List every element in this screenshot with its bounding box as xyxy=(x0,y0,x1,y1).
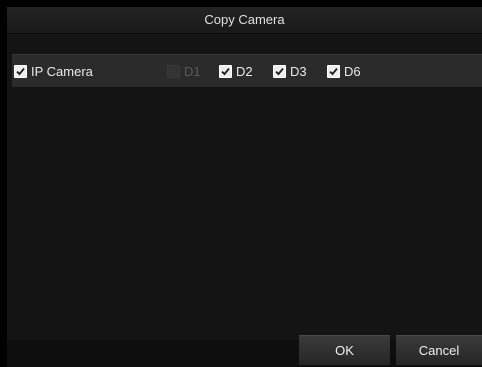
dialog-title-bar: Copy Camera xyxy=(7,7,482,34)
channel-d1-label: D1 xyxy=(184,63,201,79)
ip-camera-label: IP Camera xyxy=(31,63,93,79)
checkbox-checked-icon xyxy=(219,64,232,78)
checkbox-checked-icon xyxy=(273,64,286,78)
dialog-title: Copy Camera xyxy=(204,12,285,27)
channel-d1-checkbox[interactable]: D1 xyxy=(167,55,201,87)
checkbox-checked-icon xyxy=(327,64,340,78)
ip-camera-group-checkbox[interactable]: IP Camera xyxy=(14,55,93,87)
ok-button[interactable]: OK xyxy=(299,335,390,365)
checkbox-disabled-icon xyxy=(167,64,180,78)
dialog-content: IP Camera D1 D2 D3 D6 xyxy=(7,34,482,340)
checkbox-checked-icon xyxy=(14,64,27,78)
channel-d6-label: D6 xyxy=(344,63,361,79)
camera-selection-row: IP Camera D1 D2 D3 D6 xyxy=(12,54,482,87)
channel-d2-checkbox[interactable]: D2 xyxy=(219,55,253,87)
channel-d3-label: D3 xyxy=(290,63,307,79)
channel-d2-label: D2 xyxy=(236,63,253,79)
channel-d6-checkbox[interactable]: D6 xyxy=(327,55,361,87)
cancel-button[interactable]: Cancel xyxy=(396,335,482,365)
channel-d3-checkbox[interactable]: D3 xyxy=(273,55,307,87)
copy-camera-dialog: Copy Camera IP Camera D1 D2 D3 D6 xyxy=(7,7,482,367)
